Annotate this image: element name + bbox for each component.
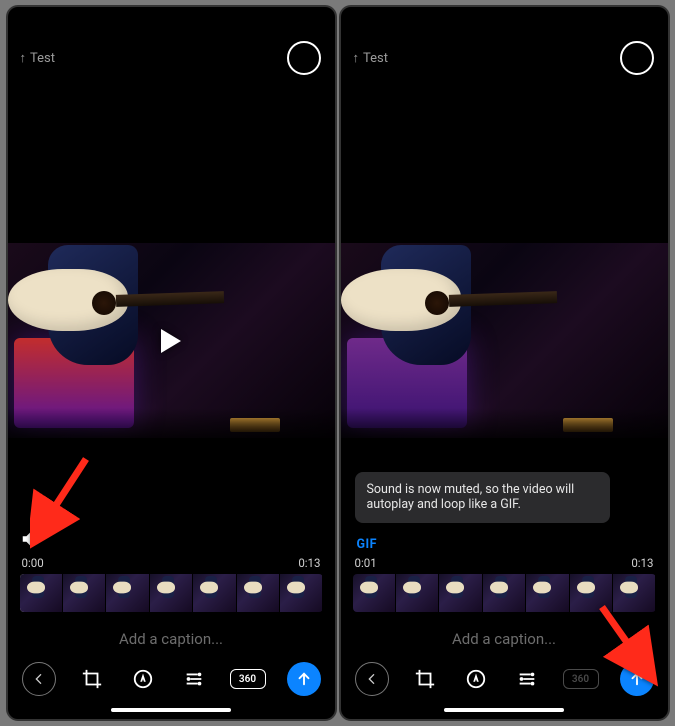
recipient-name: Test (363, 51, 388, 66)
time-start: 0:00 (22, 556, 44, 570)
markup-icon[interactable] (461, 664, 491, 694)
video-preview[interactable] (8, 243, 335, 438)
360-button[interactable]: 360 (230, 669, 266, 689)
header: ↑ Test (8, 7, 335, 81)
thumbnail (439, 574, 481, 612)
time-end: 0:13 (298, 556, 320, 570)
header: ↑ Test (341, 7, 668, 81)
toolbar: 360 (341, 656, 668, 702)
phone-screen-left: ↑ Test 0:00 0:13 (6, 5, 337, 721)
send-button[interactable] (287, 662, 321, 696)
up-arrow-icon: ↑ (20, 50, 27, 66)
gif-badge[interactable]: GIF (357, 537, 668, 552)
crop-icon[interactable] (410, 664, 440, 694)
profile-avatar[interactable] (287, 41, 321, 75)
thumbnail (280, 574, 322, 612)
recipient-chip[interactable]: ↑ Test (20, 50, 55, 66)
sound-toggle[interactable] (20, 528, 44, 552)
up-arrow-icon: ↑ (353, 50, 360, 66)
profile-avatar[interactable] (620, 41, 654, 75)
caption-input[interactable]: Add a caption... (341, 616, 668, 656)
play-icon[interactable] (161, 329, 181, 353)
360-button: 360 (563, 669, 599, 689)
time-start: 0:01 (355, 556, 377, 570)
home-indicator[interactable] (111, 708, 231, 712)
scrubber[interactable] (353, 574, 656, 612)
scrubber[interactable] (20, 574, 323, 612)
filters-icon[interactable] (179, 664, 209, 694)
back-button[interactable] (22, 662, 56, 696)
thumbnail (150, 574, 192, 612)
caption-input[interactable]: Add a caption... (8, 616, 335, 656)
recipient-chip[interactable]: ↑ Test (353, 50, 388, 66)
send-button[interactable] (620, 662, 654, 696)
thumbnail (483, 574, 525, 612)
thumbnail (613, 574, 655, 612)
thumbnail (396, 574, 438, 612)
home-indicator[interactable] (444, 708, 564, 712)
markup-icon[interactable] (128, 664, 158, 694)
thumbnail (353, 574, 395, 612)
thumbnail (106, 574, 148, 612)
filters-icon[interactable] (512, 664, 542, 694)
thumbnail (570, 574, 612, 612)
toolbar: 360 (8, 656, 335, 702)
timeline: 0:00 0:13 (8, 552, 335, 572)
mute-tooltip: Sound is now muted, so the video will au… (355, 472, 610, 523)
crop-icon[interactable] (77, 664, 107, 694)
thumbnail (20, 574, 62, 612)
thumbnail (237, 574, 279, 612)
back-button[interactable] (355, 662, 389, 696)
time-end: 0:13 (631, 556, 653, 570)
recipient-name: Test (30, 51, 55, 66)
phone-screen-right: ↑ Test Sound is now muted, so the video … (339, 5, 670, 721)
thumbnail (63, 574, 105, 612)
video-preview[interactable] (341, 243, 668, 438)
thumbnail (526, 574, 568, 612)
timeline: 0:01 0:13 (341, 552, 668, 572)
thumbnail (193, 574, 235, 612)
